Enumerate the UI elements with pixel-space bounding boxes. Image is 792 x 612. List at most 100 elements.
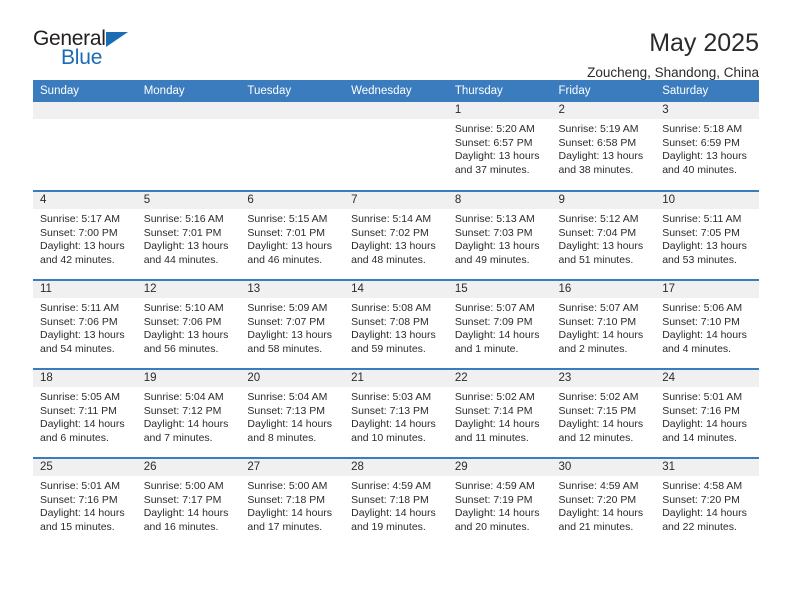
- sunrise-text: Sunrise: 5:17 AM: [40, 213, 120, 225]
- day-details: Sunrise: 5:20 AM Sunset: 6:57 PM Daylight:…: [448, 119, 552, 177]
- calendar-day-cell[interactable]: 3 Sunrise: 5:18 AM Sunset: 6:59 PM Daylight…: [655, 102, 759, 191]
- calendar-day-cell[interactable]: 13 Sunrise: 5:09 AM Sunset: 7:07 PM Dayligh…: [240, 279, 345, 369]
- daylight-text-line2: and 14 minutes.: [662, 431, 737, 444]
- daylight-text-line1: Daylight: 13 hours: [454, 240, 540, 253]
- daylight-text-line2: and 1 minute.: [454, 342, 519, 355]
- calendar-cell-empty: [136, 102, 241, 191]
- calendar-day-cell[interactable]: 29 Sunrise: 4:59 AM Sunset: 7:19 PM Dayligh…: [447, 457, 552, 547]
- daylight-text-line2: and 12 minutes.: [558, 431, 634, 444]
- daylight-text-line1: Daylight: 14 hours: [351, 507, 436, 520]
- calendar-day-cell[interactable]: 23 Sunrise: 5:02 AM Sunset: 7:15 PM Dayligh…: [551, 368, 656, 458]
- day-details: Sunrise: 5:11 AM Sunset: 7:06 PM Daylight:…: [33, 298, 137, 356]
- sunrise-text: Sunrise: 4:59 AM: [454, 480, 535, 492]
- sunset-text: Sunset: 7:09 PM: [454, 315, 533, 328]
- sunset-text: Sunset: 7:20 PM: [662, 493, 740, 506]
- daylight-text-line2: and 51 minutes.: [558, 253, 634, 266]
- daylight-text-line1: Daylight: 14 hours: [40, 507, 125, 520]
- day-number: 9: [551, 192, 656, 209]
- calendar-day-cell[interactable]: 26 Sunrise: 5:00 AM Sunset: 7:17 PM Dayligh…: [136, 457, 241, 547]
- sunrise-text: Sunrise: 5:04 AM: [143, 391, 224, 403]
- calendar-day-cell[interactable]: 24 Sunrise: 5:01 AM Sunset: 7:16 PM Dayligh…: [655, 368, 759, 458]
- calendar-day-cell[interactable]: 12 Sunrise: 5:10 AM Sunset: 7:06 PM Dayligh…: [136, 279, 241, 369]
- sunset-text: Sunset: 7:11 PM: [40, 404, 117, 417]
- day-details: Sunrise: 4:59 AM Sunset: 7:20 PM Daylight:…: [552, 476, 656, 534]
- calendar-day-cell[interactable]: 1 Sunrise: 5:20 AM Sunset: 6:57 PM Daylight…: [447, 102, 552, 191]
- day-details: Sunrise: 5:07 AM Sunset: 7:09 PM Daylight:…: [448, 298, 552, 356]
- day-number: 22: [447, 370, 552, 387]
- calendar-day-cell[interactable]: 25 Sunrise: 5:01 AM Sunset: 7:16 PM Dayligh…: [33, 457, 137, 547]
- day-details: Sunrise: 5:01 AM Sunset: 7:16 PM Daylight:…: [655, 387, 759, 445]
- daylight-text-line1: Daylight: 14 hours: [454, 329, 540, 342]
- calendar-day-cell[interactable]: 9 Sunrise: 5:12 AM Sunset: 7:04 PM Daylight…: [551, 190, 656, 280]
- day-number: 3: [655, 102, 759, 119]
- calendar-day-cell[interactable]: 4 Sunrise: 5:17 AM Sunset: 7:00 PM Daylight…: [33, 190, 137, 280]
- daylight-text-line2: and 44 minutes.: [143, 253, 219, 266]
- calendar-day-cell[interactable]: 16 Sunrise: 5:07 AM Sunset: 7:10 PM Dayligh…: [551, 279, 656, 369]
- weekday-header-row: Sunday Monday Tuesday Wednesday Thursday Frid…: [33, 80, 759, 102]
- daylight-text-line2: and 16 minutes.: [143, 520, 219, 533]
- daylight-text-line2: and 4 minutes.: [662, 342, 732, 355]
- calendar-day-cell[interactable]: 31 Sunrise: 4:58 AM Sunset: 7:20 PM Dayligh…: [655, 457, 759, 547]
- day-number: 24: [655, 370, 759, 387]
- general-blue-logo[interactable]: General Blue: [33, 28, 143, 68]
- sunrise-text: Sunrise: 5:19 AM: [558, 123, 639, 135]
- calendar-day-cell[interactable]: 19 Sunrise: 5:04 AM Sunset: 7:12 PM Dayligh…: [136, 368, 241, 458]
- calendar-day-cell[interactable]: 7 Sunrise: 5:14 AM Sunset: 7:02 PM Daylight…: [344, 190, 448, 280]
- calendar-day-cell[interactable]: 6 Sunrise: 5:15 AM Sunset: 7:01 PM Daylight…: [240, 190, 345, 280]
- calendar-week-row: 11 Sunrise: 5:11 AM Sunset: 7:06 PM Dayligh…: [33, 279, 759, 369]
- weekday-header-monday: Monday: [136, 80, 241, 102]
- daylight-text-line1: Daylight: 13 hours: [351, 240, 436, 253]
- sunset-text: Sunset: 7:02 PM: [351, 226, 429, 239]
- sunset-text: Sunset: 6:58 PM: [558, 136, 637, 149]
- calendar-day-cell[interactable]: 30 Sunrise: 4:59 AM Sunset: 7:20 PM Dayligh…: [551, 457, 656, 547]
- day-details: Sunrise: 5:01 AM Sunset: 7:16 PM Daylight:…: [33, 476, 137, 534]
- day-details: Sunrise: 4:58 AM Sunset: 7:20 PM Daylight:…: [655, 476, 759, 534]
- daylight-text-line1: Daylight: 13 hours: [558, 240, 644, 253]
- daylight-text-line2: and 37 minutes.: [454, 163, 530, 176]
- calendar-cell-empty: [33, 102, 137, 191]
- calendar-week-row: 1 Sunrise: 5:20 AM Sunset: 6:57 PM Daylight…: [33, 102, 759, 191]
- day-details: Sunrise: 5:02 AM Sunset: 7:15 PM Daylight:…: [552, 387, 656, 445]
- calendar-day-cell[interactable]: 11 Sunrise: 5:11 AM Sunset: 7:06 PM Dayligh…: [33, 279, 137, 369]
- calendar-day-cell[interactable]: 27 Sunrise: 5:00 AM Sunset: 7:18 PM Dayligh…: [240, 457, 345, 547]
- day-number: [33, 102, 137, 119]
- daylight-text-line2: and 7 minutes.: [143, 431, 213, 444]
- daylight-text-line1: Daylight: 14 hours: [143, 418, 229, 431]
- day-details: Sunrise: 5:06 AM Sunset: 7:10 PM Daylight:…: [655, 298, 759, 356]
- day-number: 12: [136, 281, 241, 298]
- day-details: Sunrise: 5:18 AM Sunset: 6:59 PM Daylight:…: [655, 119, 759, 177]
- daylight-text-line2: and 58 minutes.: [247, 342, 323, 355]
- daylight-text-line2: and 20 minutes.: [454, 520, 530, 533]
- calendar-day-cell[interactable]: 10 Sunrise: 5:11 AM Sunset: 7:05 PM Dayligh…: [655, 190, 759, 280]
- day-number: 28: [344, 459, 448, 476]
- daylight-text-line2: and 53 minutes.: [662, 253, 737, 266]
- calendar-day-cell[interactable]: 2 Sunrise: 5:19 AM Sunset: 6:58 PM Daylight…: [551, 102, 656, 191]
- calendar-day-cell[interactable]: 21 Sunrise: 5:03 AM Sunset: 7:13 PM Dayligh…: [344, 368, 448, 458]
- sunrise-text: Sunrise: 5:01 AM: [662, 391, 743, 403]
- calendar-day-cell[interactable]: 5 Sunrise: 5:16 AM Sunset: 7:01 PM Daylight…: [136, 190, 241, 280]
- sunrise-text: Sunrise: 5:16 AM: [143, 213, 224, 225]
- day-details: Sunrise: 5:10 AM Sunset: 7:06 PM Daylight:…: [137, 298, 241, 356]
- calendar-day-cell[interactable]: 17 Sunrise: 5:06 AM Sunset: 7:10 PM Dayligh…: [655, 279, 759, 369]
- calendar-day-cell[interactable]: 14 Sunrise: 5:08 AM Sunset: 7:08 PM Dayligh…: [344, 279, 448, 369]
- day-number: 31: [655, 459, 759, 476]
- day-number: [240, 102, 345, 119]
- sunrise-text: Sunrise: 5:14 AM: [351, 213, 432, 225]
- sunset-text: Sunset: 7:06 PM: [40, 315, 118, 328]
- calendar-day-cell[interactable]: 8 Sunrise: 5:13 AM Sunset: 7:03 PM Daylight…: [447, 190, 552, 280]
- day-number: 26: [136, 459, 241, 476]
- day-details: Sunrise: 5:04 AM Sunset: 7:12 PM Daylight:…: [137, 387, 241, 445]
- sunset-text: Sunset: 7:18 PM: [247, 493, 326, 506]
- sunrise-text: Sunrise: 5:12 AM: [558, 213, 639, 225]
- sunrise-text: Sunrise: 5:00 AM: [143, 480, 224, 492]
- daylight-text-line1: Daylight: 13 hours: [40, 329, 125, 342]
- sunset-text: Sunset: 7:10 PM: [558, 315, 637, 328]
- calendar-day-cell[interactable]: 22 Sunrise: 5:02 AM Sunset: 7:14 PM Dayligh…: [447, 368, 552, 458]
- calendar-day-cell[interactable]: 20 Sunrise: 5:04 AM Sunset: 7:13 PM Dayligh…: [240, 368, 345, 458]
- calendar-day-cell[interactable]: 18 Sunrise: 5:05 AM Sunset: 7:11 PM Dayligh…: [33, 368, 137, 458]
- calendar-day-cell[interactable]: 28 Sunrise: 4:59 AM Sunset: 7:18 PM Dayligh…: [344, 457, 448, 547]
- sunrise-text: Sunrise: 5:01 AM: [40, 480, 120, 492]
- sunrise-text: Sunrise: 4:59 AM: [351, 480, 432, 492]
- calendar-day-cell[interactable]: 15 Sunrise: 5:07 AM Sunset: 7:09 PM Dayligh…: [447, 279, 552, 369]
- daylight-text-line1: Daylight: 14 hours: [454, 418, 540, 431]
